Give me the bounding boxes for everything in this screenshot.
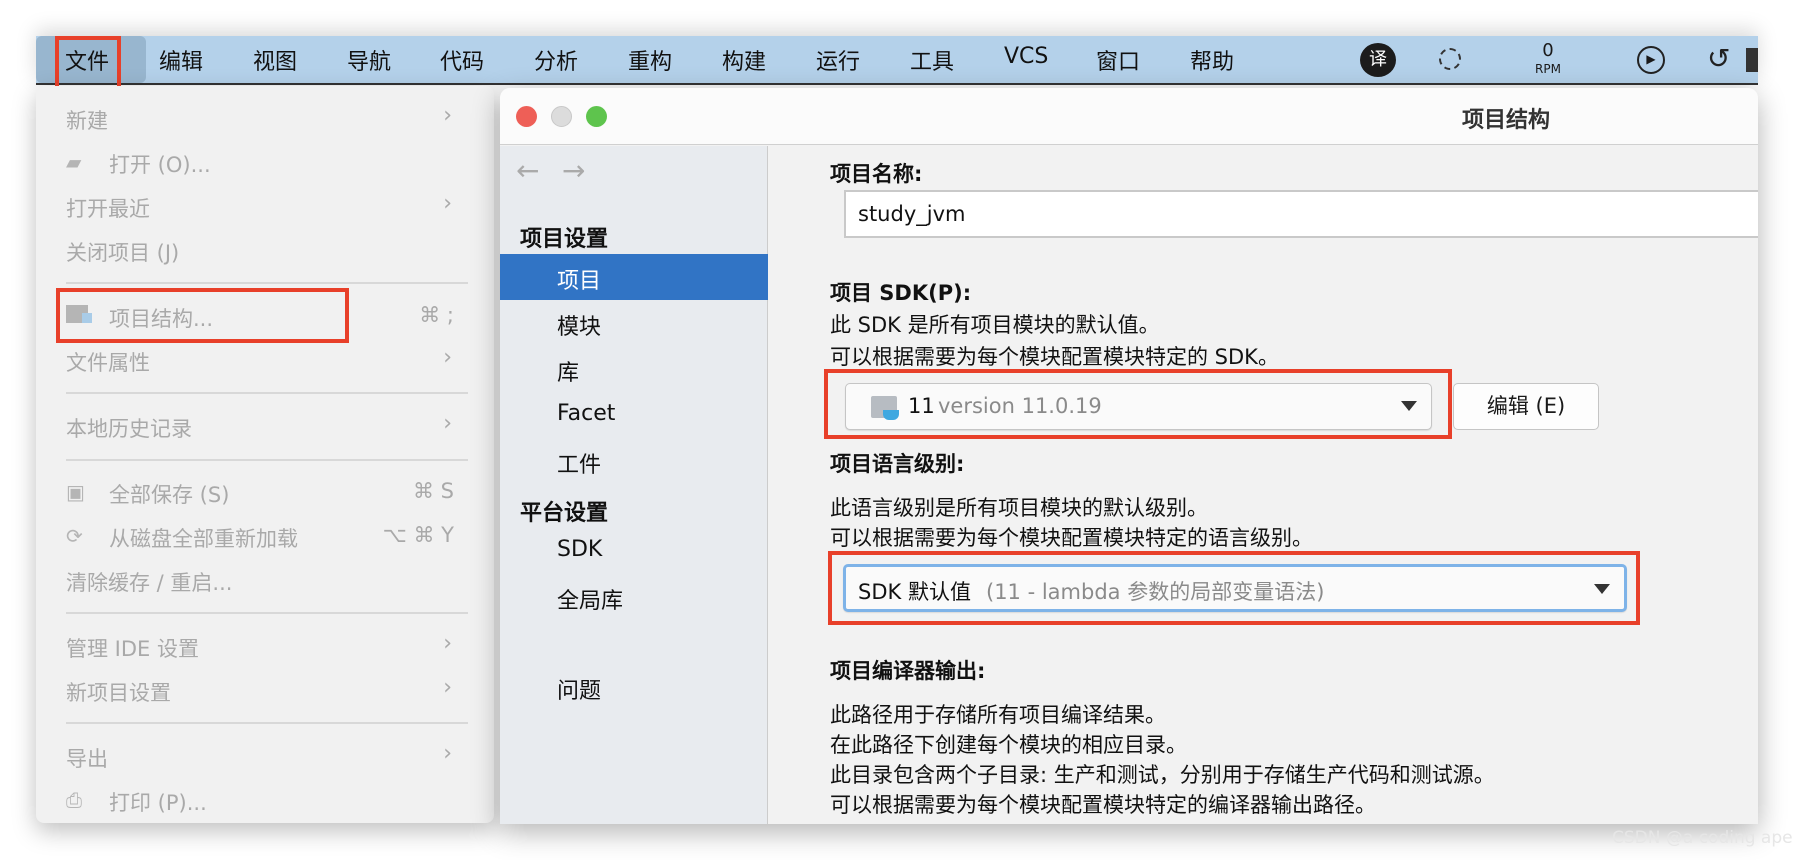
folder-open-icon: ▰ (66, 150, 82, 174)
menu-separator (66, 722, 468, 724)
rpm-value: 0 (1542, 40, 1554, 61)
sidebar-item-sdks[interactable]: SDK (500, 528, 768, 574)
menu-item-new[interactable]: 新建 › (36, 98, 494, 138)
menu-item-manage-ide-settings[interactable]: 管理 IDE 设置 › (36, 626, 494, 666)
menu-separator (66, 282, 468, 284)
compiler-output-line: 在此路径下创建每个模块的相应目录。 (830, 733, 1187, 757)
menu-edit[interactable]: 编辑 (159, 44, 203, 76)
menu-bar: 文件 编辑 视图 导航 代码 分析 重构 构建 运行 工具 VCS 窗口 帮助 … (36, 36, 1758, 85)
menu-item-close-project[interactable]: 关闭项目 (J) (36, 230, 494, 270)
reload-icon: ⟳ (66, 524, 83, 548)
menu-separator (66, 392, 468, 394)
save-icon: ▣ (66, 480, 85, 504)
edit-sdk-button[interactable]: 编辑 (E) (1453, 383, 1599, 430)
chevron-right-icon: › (443, 411, 452, 436)
menu-separator (66, 612, 468, 614)
translate-icon[interactable]: 译 (1360, 43, 1396, 77)
back-arrow-icon[interactable]: ← (516, 154, 539, 187)
speaker-icon[interactable] (1746, 48, 1758, 72)
menu-item-export[interactable]: 导出 › (36, 736, 494, 776)
menu-refactor[interactable]: 重构 (628, 44, 672, 76)
print-icon: ⎙ (66, 788, 82, 812)
menu-help[interactable]: 帮助 (1190, 44, 1234, 76)
sidebar-item-global-libraries[interactable]: 全局库 (500, 574, 768, 620)
menu-build[interactable]: 构建 (722, 44, 766, 76)
sidebar-item-problems[interactable]: 问题 (500, 664, 768, 710)
menu-tools[interactable]: 工具 (910, 44, 954, 76)
section-platform-settings: 平台设置 (520, 501, 609, 526)
menu-view[interactable]: 视图 (253, 44, 297, 76)
sidebar-item-libraries[interactable]: 库 (500, 346, 768, 392)
dialog-titlebar: 项目结构 (500, 88, 1758, 145)
settings-sidebar: ← → 项目设置 项目 模块 库 Facet 工件 平台设置 SDK 全局库 问… (500, 146, 768, 824)
menu-item-open-recent[interactable]: 打开最近 › (36, 186, 494, 226)
menu-code[interactable]: 代码 (440, 44, 484, 76)
highlight-sdk (824, 369, 1452, 439)
highlight-language-level (828, 551, 1640, 625)
menu-separator (66, 459, 468, 461)
language-level-description-1: 此语言级别是所有项目模块的默认级别。 (830, 496, 1208, 520)
compiler-output-label: 项目编译器输出: (830, 659, 986, 683)
menu-navigate[interactable]: 导航 (347, 44, 391, 76)
sidebar-item-artifacts[interactable]: 工件 (500, 438, 768, 484)
menu-vcs[interactable]: VCS (1004, 44, 1048, 69)
project-name-label: 项目名称: (830, 162, 923, 186)
sidebar-item-project[interactable]: 项目 (500, 254, 768, 300)
menu-item-save-all[interactable]: ▣ 全部保存 (S) ⌘ S (36, 472, 494, 512)
close-button[interactable] (516, 106, 537, 127)
minimize-button[interactable] (551, 106, 572, 127)
menu-run[interactable]: 运行 (816, 44, 860, 76)
menu-item-reload[interactable]: ⟳ 从磁盘全部重新加载 ⌥ ⌘ Y (36, 516, 494, 556)
menu-window[interactable]: 窗口 (1096, 44, 1140, 76)
menu-item-open[interactable]: ▰ 打开 (O)... (36, 142, 494, 182)
sdk-description-1: 此 SDK 是所有项目模块的默认值。 (830, 313, 1160, 337)
highlight-file-menu (55, 36, 121, 92)
compiler-output-line: 此路径用于存储所有项目编译结果。 (830, 703, 1166, 727)
menu-item-new-project-settings[interactable]: 新项目设置 › (36, 670, 494, 710)
sidebar-item-facets[interactable]: Facet (500, 392, 768, 438)
chevron-right-icon: › (443, 103, 452, 128)
play-icon[interactable]: ▶ (1637, 46, 1665, 74)
zoom-button[interactable] (586, 106, 607, 127)
menu-analyze[interactable]: 分析 (534, 44, 578, 76)
chevron-right-icon: › (443, 191, 452, 216)
language-level-label: 项目语言级别: (830, 452, 965, 476)
project-name-input[interactable]: study_jvm (844, 190, 1758, 238)
language-level-description-2: 可以根据需要为每个模块配置模块特定的语言级别。 (830, 526, 1313, 550)
project-sdk-label: 项目 SDK(P): (830, 281, 972, 305)
sdk-description-2: 可以根据需要为每个模块配置模块特定的 SDK。 (830, 345, 1279, 369)
menu-item-invalidate-caches[interactable]: 清除缓存 / 重启... (36, 560, 494, 600)
chevron-right-icon: › (443, 675, 452, 700)
menu-item-local-history[interactable]: 本地历史记录 › (36, 406, 494, 446)
sync-icon[interactable] (1439, 48, 1461, 70)
compiler-output-line: 可以根据需要为每个模块配置模块特定的编译器输出路径。 (830, 793, 1376, 817)
compiler-output-line: 此目录包含两个子目录: 生产和测试，分别用于存储生产代码和测试源。 (830, 763, 1495, 787)
sidebar-item-modules[interactable]: 模块 (500, 300, 768, 346)
menu-item-file-properties[interactable]: 文件属性 › (36, 340, 494, 380)
chevron-right-icon: › (443, 741, 452, 766)
chevron-right-icon: › (443, 345, 452, 370)
highlight-project-structure (56, 288, 349, 343)
section-project-settings: 项目设置 (520, 227, 609, 252)
watermark: CSDN @a coding ape (1612, 828, 1793, 848)
rpm-label: RPM (1535, 62, 1561, 76)
chevron-right-icon: › (443, 631, 452, 656)
file-menu-dropdown: 新建 › ▰ 打开 (O)... 打开最近 › 关闭项目 (J) 项目结构... ⌘ ;… (36, 86, 494, 823)
menu-item-print[interactable]: ⎙ 打印 (P)... (36, 780, 494, 820)
dialog-title: 项目结构 (1462, 108, 1551, 133)
project-structure-dialog: 项目结构 ← → 项目设置 项目 模块 库 Facet 工件 平台设置 SDK … (500, 88, 1758, 824)
forward-arrow-icon[interactable]: → (562, 154, 585, 187)
history-icon[interactable]: ↺ (1707, 42, 1730, 75)
